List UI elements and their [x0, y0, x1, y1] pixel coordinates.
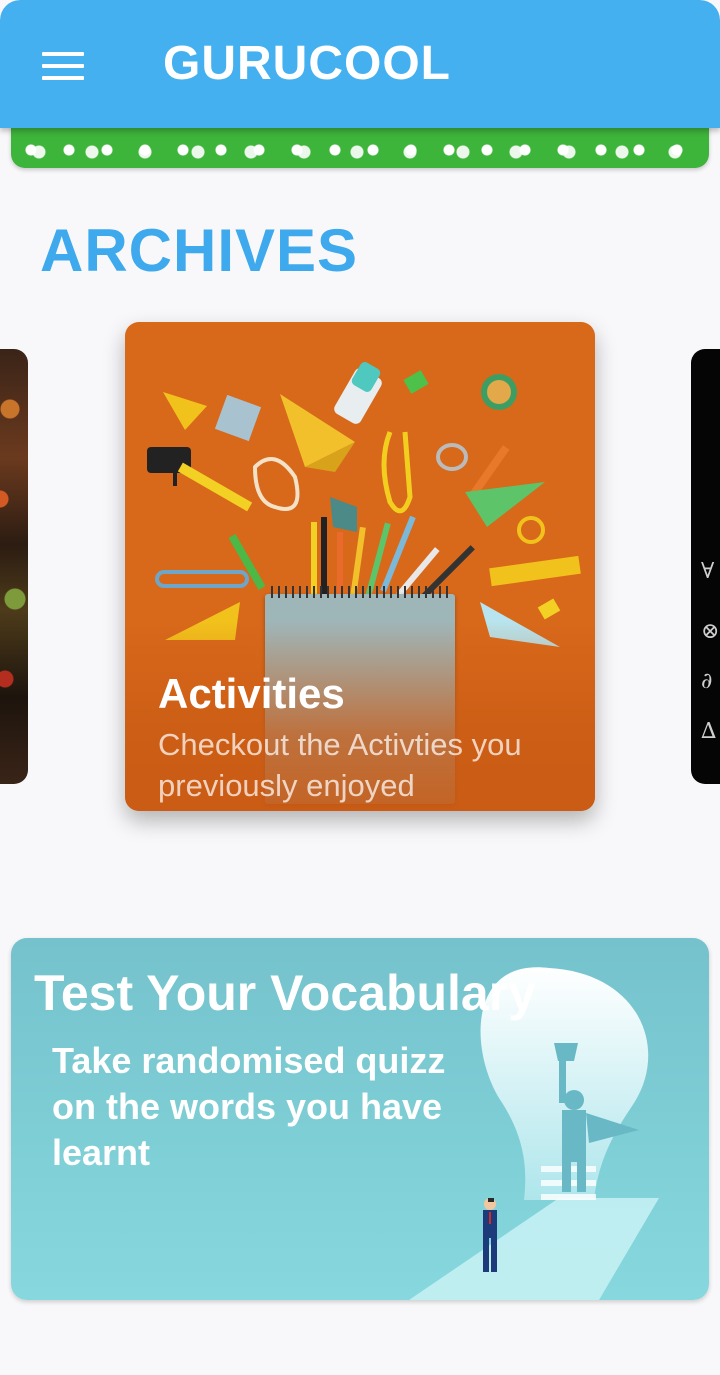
activities-card-title: Activities	[158, 670, 345, 717]
vocab-card-description: Take randomised quizz on the words you h…	[52, 1040, 446, 1173]
vocab-card-title: Test Your Vocabulary	[34, 965, 537, 1021]
chalk-glyph: ⊗	[701, 619, 720, 644]
app-bar: GURUCOOL	[0, 0, 720, 128]
chalk-glyph: ∆	[701, 719, 717, 744]
activities-card[interactable]: Activities Checkout the Activties you pr…	[125, 322, 595, 811]
app-title: GURUCOOL	[163, 37, 451, 90]
archives-section-title: ARCHIVES	[40, 217, 359, 284]
hamburger-menu-icon[interactable]	[42, 52, 84, 80]
chalk-glyph: ∂	[701, 669, 713, 694]
carousel-card-next[interactable]: ∀ ⊗ ∂ ∆	[691, 349, 720, 784]
chalk-glyph: ∀	[701, 559, 715, 584]
activities-card-description: Checkout the Activties you previously en…	[158, 727, 522, 803]
carousel-card-previous[interactable]	[0, 349, 28, 784]
test-vocabulary-card[interactable]: Test Your Vocabulary Take randomised qui…	[11, 938, 709, 1300]
archives-carousel[interactable]: Activities Checkout the Activties you pr…	[0, 300, 720, 860]
app-screen: GURUCOOL ARCHIVES Activities Checkout th…	[0, 0, 720, 1375]
